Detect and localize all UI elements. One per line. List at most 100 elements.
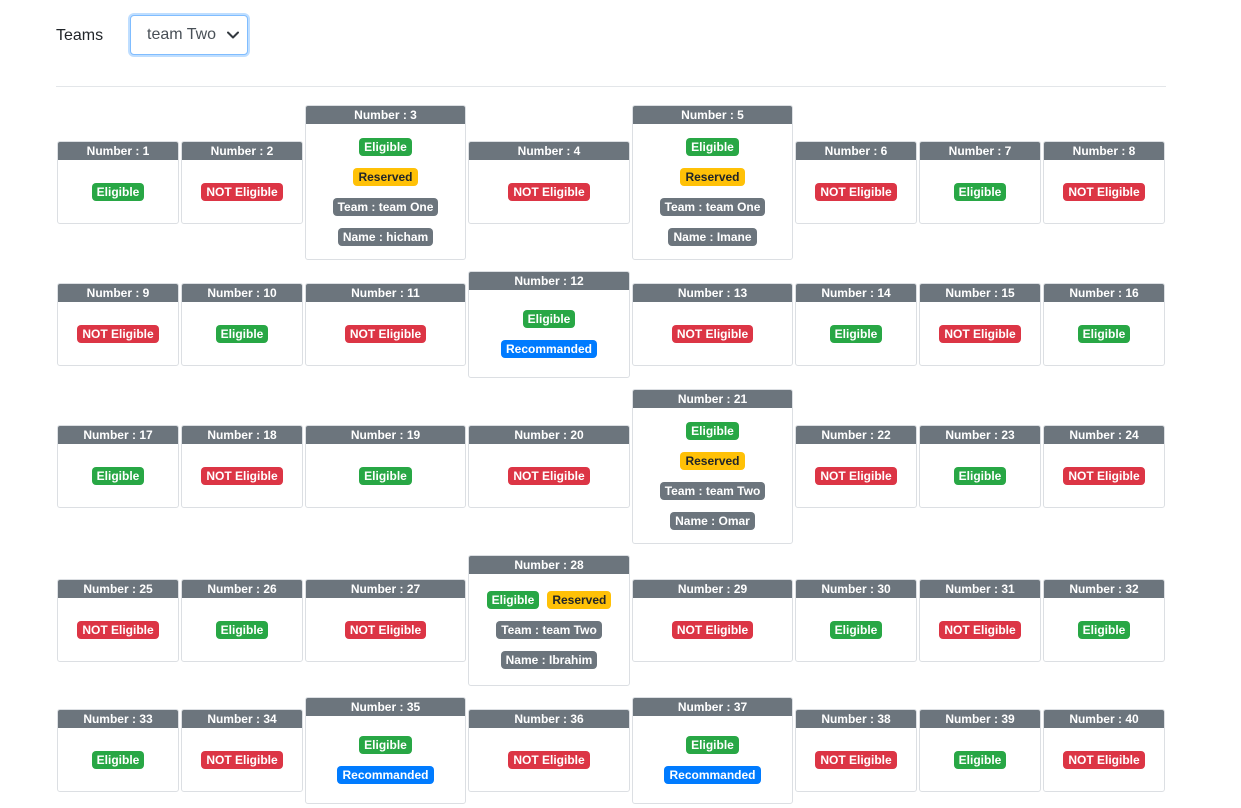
eligible-badge: Eligible <box>686 137 739 156</box>
teams-label: Teams <box>56 27 104 44</box>
card-header: Number : 1 <box>58 142 178 160</box>
reserved-badge: Reserved <box>353 167 418 186</box>
number-card[interactable]: Number : 27 NOT Eligible <box>305 579 466 662</box>
number-card[interactable]: Number : 11 NOT Eligible <box>305 283 466 366</box>
card-body: Eligible <box>306 444 465 507</box>
number-card[interactable]: Number : 34 NOT Eligible <box>181 709 303 792</box>
card-body: NOT Eligible <box>920 302 1040 365</box>
not-eligible-badge: NOT Eligible <box>508 750 590 769</box>
number-card[interactable]: Number : 8 NOT Eligible <box>1043 141 1165 224</box>
number-card[interactable]: Number : 38 NOT Eligible <box>795 709 917 792</box>
recommended-badge: Recommanded <box>337 765 434 784</box>
number-card[interactable]: Number : 32 Eligible <box>1043 579 1165 662</box>
number-card[interactable]: Number : 25 NOT Eligible <box>57 579 179 662</box>
number-card[interactable]: Number : 7 Eligible <box>919 141 1041 224</box>
number-card[interactable]: Number : 14 Eligible <box>795 283 917 366</box>
eligible-badge: Eligible <box>953 466 1007 485</box>
card-header: Number : 17 <box>58 426 178 444</box>
number-card[interactable]: Number : 23 Eligible <box>919 425 1041 508</box>
number-card[interactable]: Number : 1 Eligible <box>57 141 179 224</box>
card-body: Eligible Recommanded <box>469 290 629 377</box>
card-header: Number : 9 <box>58 284 178 302</box>
eligible-badge: Eligible <box>829 324 883 343</box>
number-card[interactable]: Number : 30 Eligible <box>795 579 917 662</box>
eligible-badge: Eligible <box>91 182 145 201</box>
card-header: Number : 26 <box>182 580 302 598</box>
number-card[interactable]: Number : 29 NOT Eligible <box>632 579 793 662</box>
not-eligible-badge: NOT Eligible <box>201 182 283 201</box>
number-card[interactable]: Number : 10 Eligible <box>181 283 303 366</box>
card-body: Eligible <box>58 160 178 223</box>
card-body: NOT Eligible <box>182 160 302 223</box>
card-header: Number : 14 <box>796 284 916 302</box>
recommended-badge: Recommanded <box>664 765 761 784</box>
number-card[interactable]: Number : 4 NOT Eligible <box>468 141 630 224</box>
card-header: Number : 27 <box>306 580 465 598</box>
card-body: NOT Eligible <box>796 444 916 507</box>
number-card[interactable]: Number : 16 Eligible <box>1043 283 1165 366</box>
card-header: Number : 31 <box>920 580 1040 598</box>
teams-select[interactable]: team Two <box>130 15 248 55</box>
card-header: Number : 28 <box>469 556 629 574</box>
number-card[interactable]: Number : 35 Eligible Recommanded <box>305 697 466 804</box>
number-card[interactable]: Number : 36 NOT Eligible <box>468 709 630 792</box>
not-eligible-badge: NOT Eligible <box>815 466 897 485</box>
number-card[interactable]: Number : 28 Eligible Reserved Team : team T… <box>468 555 630 686</box>
info-badge: Team : team One <box>332 197 439 216</box>
chevron-down-icon <box>227 31 239 39</box>
eligible-badge: Eligible <box>359 137 412 156</box>
info-badge: Name : Imane <box>668 227 757 246</box>
card-header: Number : 13 <box>633 284 792 302</box>
teams-select-value: team Two <box>147 26 217 43</box>
card-header: Number : 12 <box>469 272 629 290</box>
number-card[interactable]: Number : 2 NOT Eligible <box>181 141 303 224</box>
number-card[interactable]: Number : 13 NOT Eligible <box>632 283 793 366</box>
card-header: Number : 23 <box>920 426 1040 444</box>
info-badge: Name : Omar <box>670 511 755 530</box>
number-card[interactable]: Number : 12 Eligible Recommanded <box>468 271 630 378</box>
eligible-badge: Eligible <box>953 750 1007 769</box>
number-card[interactable]: Number : 9 NOT Eligible <box>57 283 179 366</box>
eligible-badge: Eligible <box>359 735 412 754</box>
card-body: NOT Eligible <box>920 598 1040 661</box>
number-card[interactable]: Number : 40 NOT Eligible <box>1043 709 1165 792</box>
card-body: NOT Eligible <box>1044 444 1164 507</box>
number-card[interactable]: Number : 39 Eligible <box>919 709 1041 792</box>
card-header: Number : 35 <box>306 698 465 716</box>
card-body: Eligible Recommanded <box>633 716 792 803</box>
number-card[interactable]: Number : 26 Eligible <box>181 579 303 662</box>
card-header: Number : 2 <box>182 142 302 160</box>
card-body: Eligible Reserved Team : team One Name : Im… <box>633 124 792 259</box>
card-header: Number : 33 <box>58 710 178 728</box>
card-header: Number : 20 <box>469 426 629 444</box>
number-card[interactable]: Number : 37 Eligible Recommanded <box>632 697 793 804</box>
card-body: Eligible <box>182 598 302 661</box>
number-card[interactable]: Number : 20 NOT Eligible <box>468 425 630 508</box>
card-header: Number : 11 <box>306 284 465 302</box>
number-card[interactable]: Number : 3 Eligible Reserved Team : team On… <box>305 105 466 260</box>
card-body: Eligible Recommanded <box>306 716 465 803</box>
card-body: Eligible <box>1044 302 1164 365</box>
number-card[interactable]: Number : 19 Eligible <box>305 425 466 508</box>
number-card[interactable]: Number : 15 NOT Eligible <box>919 283 1041 366</box>
not-eligible-badge: NOT Eligible <box>508 466 590 485</box>
not-eligible-badge: NOT Eligible <box>201 466 283 485</box>
card-body: NOT Eligible <box>1044 160 1164 223</box>
card-header: Number : 3 <box>306 106 465 124</box>
number-card[interactable]: Number : 24 NOT Eligible <box>1043 425 1165 508</box>
number-card[interactable]: Number : 21 Eligible Reserved Team : team T… <box>632 389 793 544</box>
card-body: Eligible <box>796 598 916 661</box>
card-header: Number : 34 <box>182 710 302 728</box>
number-card[interactable]: Number : 31 NOT Eligible <box>919 579 1041 662</box>
card-body: NOT Eligible <box>306 598 465 661</box>
card-header: Number : 36 <box>469 710 629 728</box>
eligible-badge: Eligible <box>953 182 1007 201</box>
number-card[interactable]: Number : 33 Eligible <box>57 709 179 792</box>
number-card[interactable]: Number : 18 NOT Eligible <box>181 425 303 508</box>
number-card[interactable]: Number : 6 NOT Eligible <box>795 141 917 224</box>
card-header: Number : 8 <box>1044 142 1164 160</box>
number-card[interactable]: Number : 17 Eligible <box>57 425 179 508</box>
number-card[interactable]: Number : 22 NOT Eligible <box>795 425 917 508</box>
card-body: Eligible <box>920 160 1040 223</box>
number-card[interactable]: Number : 5 Eligible Reserved Team : team On… <box>632 105 793 260</box>
